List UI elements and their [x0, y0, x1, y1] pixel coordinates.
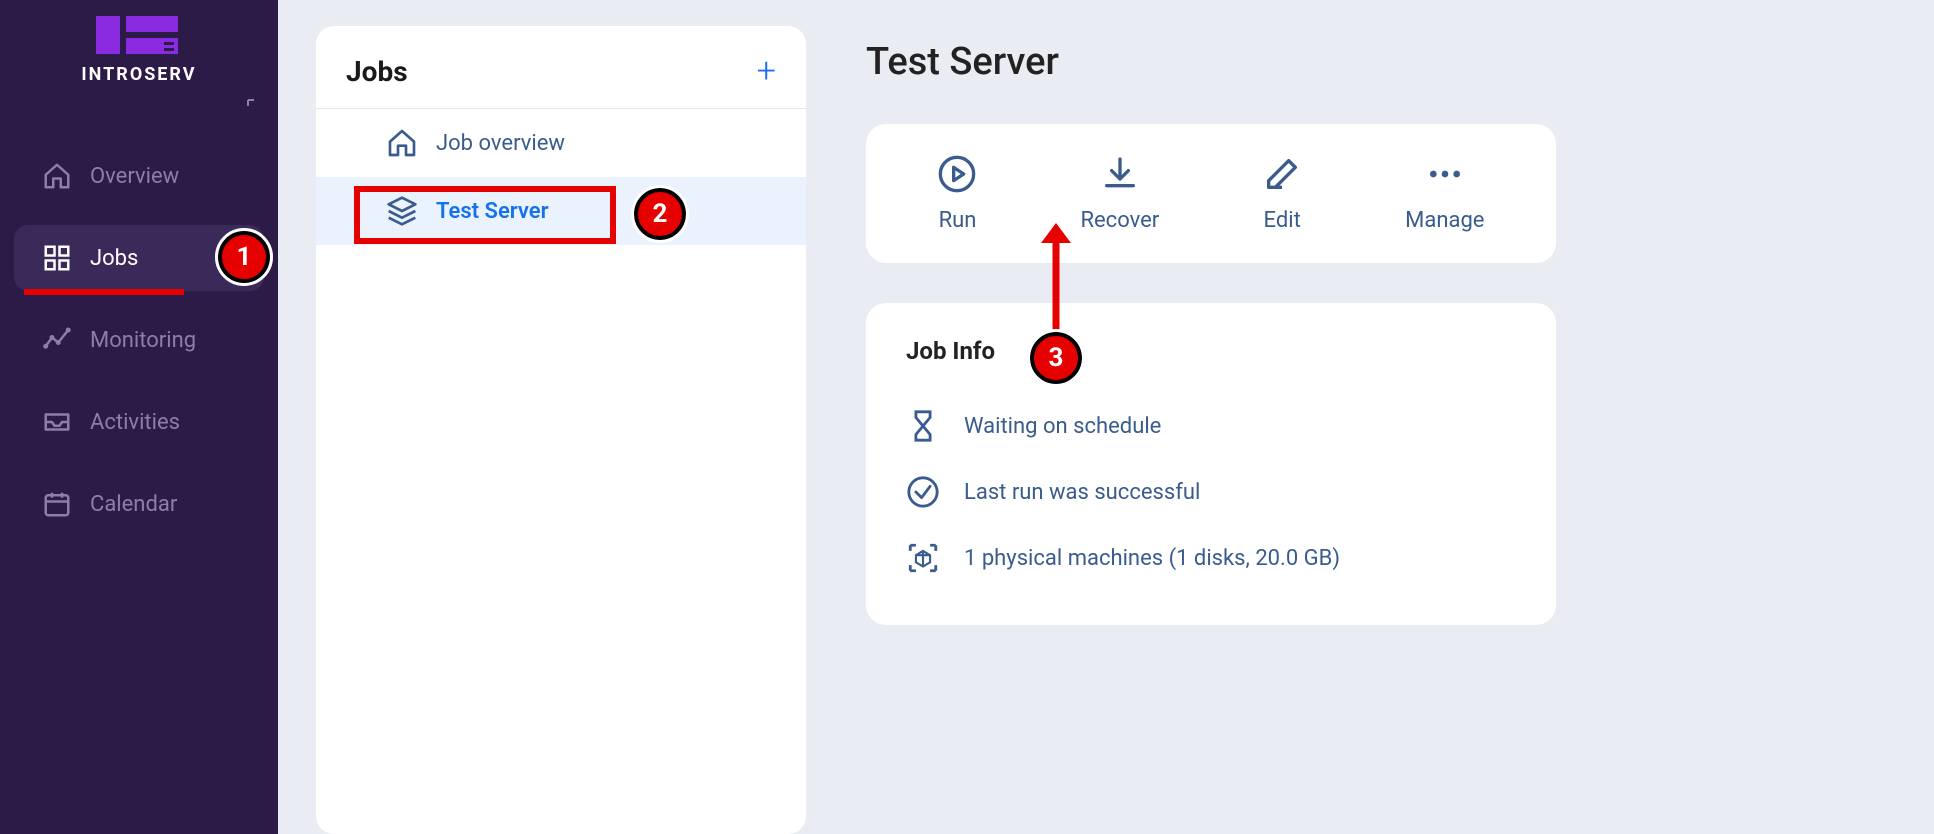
annotation-badge-3: 3 [1030, 332, 1082, 384]
sidebar-item-calendar[interactable]: Calendar [14, 471, 264, 537]
job-info-last-run-text: Last run was successful [964, 480, 1200, 505]
job-info-machines-text: 1 physical machines (1 disks, 20.0 GB) [964, 546, 1340, 571]
job-list-item-label: Job overview [436, 131, 565, 156]
jobs-panel: Jobs + Job overview Test Server 2 [316, 26, 806, 834]
sidebar-item-label: Activities [90, 410, 180, 435]
download-icon [1100, 154, 1140, 194]
calendar-icon [42, 489, 72, 519]
more-icon [1425, 154, 1465, 194]
annotation-underline [24, 289, 184, 295]
job-info-status: Waiting on schedule [906, 393, 1516, 459]
detail-title: Test Server [866, 40, 1894, 84]
monitoring-icon [42, 325, 72, 355]
layers-icon [386, 195, 418, 227]
job-info-status-text: Waiting on schedule [964, 414, 1161, 439]
recover-button[interactable]: Recover [1080, 154, 1159, 233]
sidebar-item-label: Jobs [90, 246, 138, 271]
edit-icon [1262, 154, 1302, 194]
annotation-badge-2: 2 [634, 188, 686, 240]
manage-button[interactable]: Manage [1405, 154, 1484, 233]
collapse-icon[interactable] [246, 98, 260, 112]
sidebar-item-jobs[interactable]: Jobs 1 [14, 225, 264, 291]
sidebar-item-activities[interactable]: Activities [14, 389, 264, 455]
job-list-item-label: Test Server [436, 199, 549, 224]
action-label: Manage [1405, 208, 1484, 233]
check-circle-icon [906, 475, 940, 509]
job-list-item-test-server[interactable]: Test Server [316, 177, 806, 245]
run-button[interactable]: Run [937, 154, 977, 233]
job-info-card: Job Info Waiting on schedule Last run wa… [866, 303, 1556, 625]
brand-name: INTROSERV [81, 64, 196, 85]
home-icon [386, 127, 418, 159]
job-list-item-overview[interactable]: Job overview [316, 109, 806, 177]
job-info-last-run: Last run was successful [906, 459, 1516, 525]
action-label: Recover [1080, 208, 1159, 233]
inbox-icon [42, 407, 72, 437]
sidebar-item-label: Calendar [90, 492, 177, 517]
home-icon [42, 161, 72, 191]
hourglass-icon [906, 409, 940, 443]
detail-area: Test Server Run Recover Edit [806, 0, 1934, 834]
action-card: Run Recover Edit Manage [866, 124, 1556, 263]
play-icon [937, 154, 977, 194]
annotation-badge-1: 1 [218, 231, 270, 283]
jobs-panel-title: Jobs [346, 55, 408, 88]
action-label: Edit [1264, 208, 1301, 233]
sidebar-item-overview[interactable]: Overview [14, 143, 264, 209]
brand-logo: INTROSERV [0, 10, 278, 85]
job-info-heading: Job Info [906, 337, 1516, 365]
job-info-machines: 1 physical machines (1 disks, 20.0 GB) [906, 525, 1516, 591]
add-job-button[interactable]: + [757, 54, 776, 88]
jobs-panel-header: Jobs + [316, 26, 806, 109]
sidebar-item-label: Overview [90, 164, 179, 189]
logo-icon [94, 10, 184, 60]
cube-focus-icon [906, 541, 940, 575]
edit-button[interactable]: Edit [1262, 154, 1302, 233]
sidebar: INTROSERV Overview Jobs 1 Monitoring [0, 0, 278, 834]
grid-icon [42, 243, 72, 273]
action-label: Run [939, 208, 977, 233]
sidebar-item-monitoring[interactable]: Monitoring [14, 307, 264, 373]
sidebar-item-label: Monitoring [90, 328, 196, 353]
